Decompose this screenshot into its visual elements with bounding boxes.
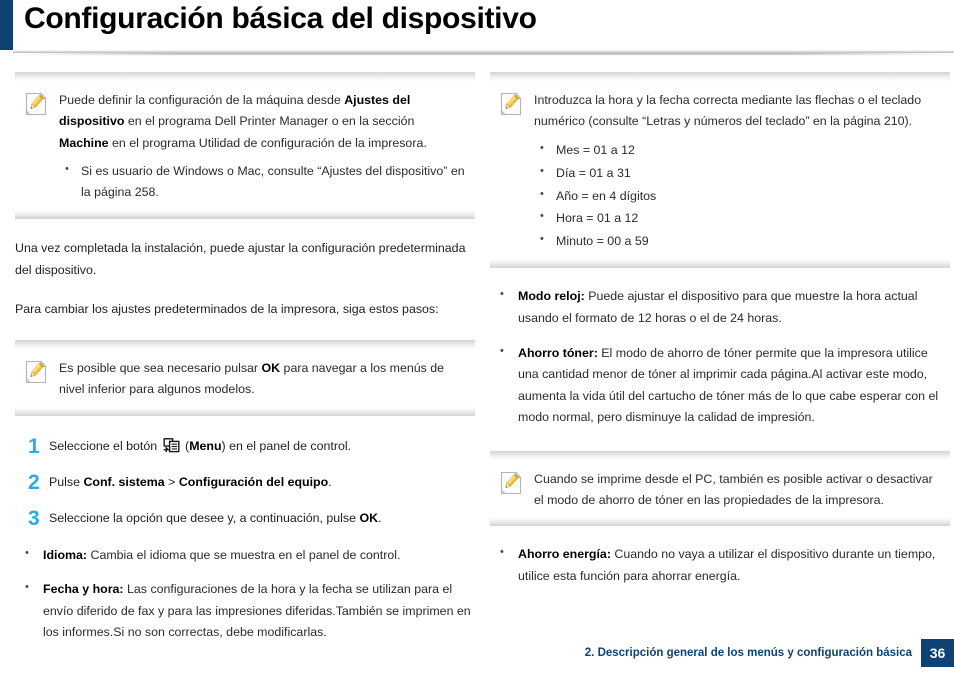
step-text: Seleccione el botón (Menu) en el panel d… — [49, 435, 475, 457]
step-2: 2 Pulse Conf. sistema > Configuración de… — [15, 471, 475, 493]
list-item-fecha-hora: Fecha y hora: Las configuraciones de la … — [15, 578, 475, 644]
left-column: Puede definir la configuración de la máq… — [15, 72, 475, 644]
step-text-part-1: Seleccione la opción que desee y, a cont… — [49, 510, 360, 525]
note-text-part-1: Puede definir la configuración de la máq… — [59, 93, 345, 107]
list-item: Minuto = 00 a 59 — [534, 229, 940, 253]
step-text: Pulse Conf. sistema > Configuración del … — [49, 471, 475, 493]
step-text-part-3: . — [328, 474, 332, 489]
note-text-body: Cuando se imprime desde el PC, también e… — [534, 471, 933, 508]
note-text-body: Introduzca la hora y la fecha correcta m… — [534, 93, 922, 129]
list-item-label: Fecha y hora: — [43, 582, 124, 597]
note-bullet-list: Mes = 01 a 12 Día = 01 a 31 Año = en 4 d… — [534, 138, 940, 254]
note-box-device-settings: Puede definir la configuración de la máq… — [15, 72, 475, 219]
list-item: Si es usuario de Windows o Mac, consulte… — [59, 160, 465, 204]
step-1: 1 Seleccione el botón (Menu) en el panel… — [15, 435, 475, 457]
list-item: Mes = 01 a 12 — [534, 138, 940, 162]
note-text-part-3: en el programa Utilidad de configuración… — [108, 135, 427, 150]
note-pencil-icon — [25, 360, 47, 384]
step-bold-1: Conf. sistema — [83, 474, 165, 489]
step-text-part-1: Seleccione el botón — [49, 438, 161, 453]
note-box-time-date: Introduzca la hora y la fecha correcta m… — [490, 72, 950, 269]
list-item: Día = 01 a 31 — [534, 161, 940, 185]
note-text: Cuando se imprime desde el PC, también e… — [534, 469, 940, 512]
step-number: 3 — [28, 506, 40, 530]
page-footer: 2. Descripción general de los menús y co… — [585, 639, 954, 667]
content-columns: Puede definir la configuración de la máq… — [0, 72, 954, 639]
list-item: Año = en 4 dígitos — [534, 184, 940, 208]
header-accent-bar — [0, 0, 13, 50]
settings-option-list: Modo reloj: Puede ajustar el dispositivo… — [490, 285, 950, 429]
note-box-press-ok: Es posible que sea necesario pulsar OK p… — [15, 339, 475, 416]
step-text-part-2: . — [378, 510, 382, 525]
step-text: Seleccione la opción que desee y, a cont… — [49, 507, 475, 529]
note-text: Introduzca la hora y la fecha correcta m… — [534, 90, 940, 253]
note-text-part-1: Es posible que sea necesario pulsar — [59, 360, 262, 375]
step-text-part-1: Pulse — [49, 474, 84, 489]
note-pencil-icon — [500, 92, 522, 116]
list-item-label: Idioma: — [43, 547, 88, 562]
note-text-part-2: en el programa Dell Printer Manager o en… — [124, 114, 415, 129]
step-3: 3 Seleccione la opción que desee y, a co… — [15, 507, 475, 529]
note-pencil-icon — [500, 471, 522, 495]
paragraph-install-complete: Una vez completada la instalación, puede… — [15, 240, 466, 277]
step-text-part-2: > — [164, 474, 179, 489]
note-bold-2: Machine — [59, 135, 109, 150]
page-number-badge: 36 — [921, 639, 954, 667]
list-item-idioma: Idioma: Cambia el idioma que se muestra … — [15, 544, 475, 567]
step-number: 1 — [28, 434, 40, 458]
step-bold-1: OK — [359, 510, 379, 525]
list-item-label: Ahorro energía: — [518, 547, 611, 562]
step-bold-1: Menu — [189, 438, 222, 453]
note-bullet-list: Si es usuario de Windows o Mac, consulte… — [59, 160, 465, 204]
step-list: 1 Seleccione el botón (Menu) en el panel… — [15, 435, 475, 529]
note-box-toner-save-pc: Cuando se imprime desde el PC, también e… — [490, 450, 950, 527]
list-item-label: Ahorro tóner: — [518, 345, 598, 360]
list-item-ahorro-toner: Ahorro tóner: El modo de ahorro de tóner… — [490, 341, 950, 429]
step-bold-2: Configuración del equipo — [178, 474, 329, 489]
list-item-modo-reloj: Modo reloj: Puede ajustar el dispositivo… — [490, 285, 950, 329]
paragraph-change-defaults: Para cambiar los ajustes predeterminados… — [15, 301, 439, 316]
note-text: Puede definir la configuración de la máq… — [59, 90, 465, 204]
footer-chapter-title: 2. Descripción general de los menús y co… — [584, 647, 912, 659]
list-item-ahorro-energia: Ahorro energía: Cuando no vaya a utiliza… — [490, 543, 950, 587]
note-bold-1: OK — [261, 360, 281, 375]
right-column: Introduzca la hora y la fecha correcta m… — [490, 72, 950, 588]
energy-option-list: Ahorro energía: Cuando no vaya a utiliza… — [490, 543, 950, 587]
page-header: Configuración básica del dispositivo — [0, 0, 954, 62]
list-item: Hora = 01 a 12 — [534, 206, 940, 230]
list-item-text: Cambia el idioma que se muestra en el pa… — [87, 547, 401, 562]
page-title: Configuración básica del dispositivo — [24, 2, 537, 35]
note-text: Es posible que sea necesario pulsar OK p… — [59, 358, 465, 401]
list-item-label: Modo reloj: — [518, 289, 585, 304]
note-pencil-icon — [25, 92, 47, 116]
step-number: 2 — [28, 470, 40, 494]
menu-button-icon — [163, 437, 180, 454]
header-divider — [13, 50, 954, 56]
step-option-list: Idioma: Cambia el idioma que se muestra … — [15, 544, 475, 644]
step-text-part-3: ) en el panel de control. — [221, 438, 352, 453]
